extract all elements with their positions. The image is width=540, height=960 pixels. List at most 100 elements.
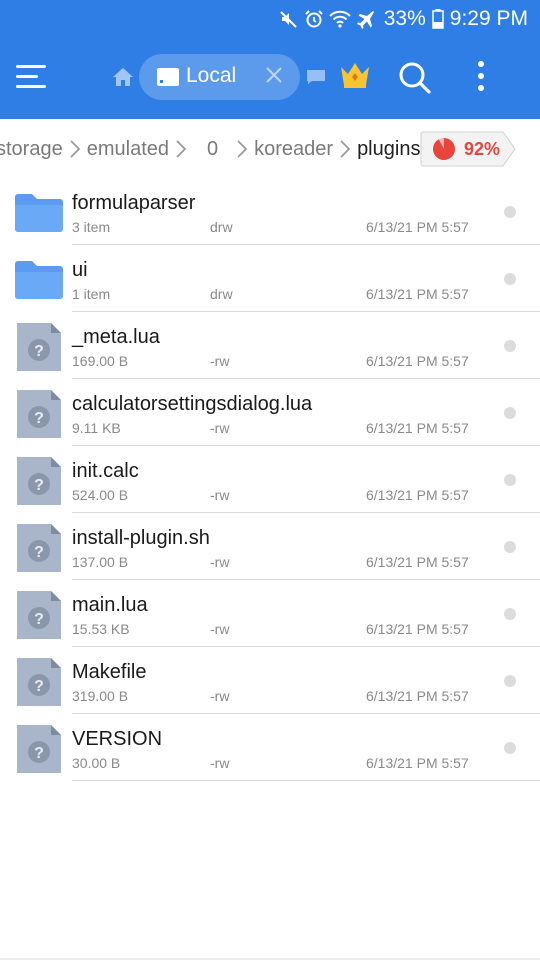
file-size: 3 item: [72, 219, 111, 235]
select-dot[interactable]: [504, 608, 516, 620]
folder-icon: [15, 256, 63, 304]
file-name: main.lua: [72, 594, 148, 616]
toolbar: Local: [0, 38, 540, 119]
file-date: 6/13/21 PM 5:57: [366, 219, 469, 235]
file-row[interactable]: ? Makefile 319.00 B -rw 6/13/21 PM 5:57: [0, 647, 540, 714]
storage-percent: 92%: [464, 139, 501, 159]
battery-icon: [432, 9, 444, 29]
breadcrumb-label: emulated: [86, 137, 169, 160]
file-row[interactable]: ? calculatorsettingsdialog.lua 9.11 KB -rw 6…: [0, 379, 540, 446]
file-date: 6/13/21 PM 5:57: [366, 621, 469, 637]
file-permissions: -rw: [210, 554, 230, 570]
file-size: 524.00 B: [72, 487, 129, 503]
file-row[interactable]: ? VERSION 30.00 B -rw 6/13/21 PM 5:57: [0, 714, 540, 781]
file-name: calculatorsettingsdialog.lua: [72, 393, 313, 415]
select-dot[interactable]: [504, 541, 516, 553]
menu-icon-line: [16, 85, 46, 88]
file-size: 319.00 B: [72, 688, 129, 704]
search-icon[interactable]: [397, 60, 431, 94]
file-row[interactable]: ? _meta.lua 169.00 B -rw 6/13/21 PM 5:57: [0, 312, 540, 379]
more-vert-icon[interactable]: [470, 60, 492, 94]
breadcrumb-item-koreader[interactable]: koreader: [252, 138, 355, 161]
app-bar: 33% 9:29 PM Local: [0, 0, 540, 119]
file-name: init.calc: [72, 460, 139, 482]
menu-icon: [16, 65, 46, 68]
svg-text:?: ?: [34, 477, 44, 494]
breadcrumb-label: 0: [207, 137, 219, 160]
file-date: 6/13/21 PM 5:57: [366, 420, 469, 436]
file-permissions: -rw: [210, 420, 230, 436]
tab-label: Local: [186, 64, 237, 87]
file-row[interactable]: ui 1 item drw 6/13/21 PM 5:57: [0, 245, 540, 312]
svg-text:?: ?: [34, 678, 44, 695]
storage-usage-badge[interactable]: 92%: [420, 131, 516, 167]
file-name: install-plugin.sh: [72, 527, 210, 549]
unknown-file-icon: ?: [15, 323, 63, 371]
select-dot[interactable]: [504, 273, 516, 285]
select-dot[interactable]: [504, 340, 516, 352]
file-date: 6/13/21 PM 5:57: [366, 554, 469, 570]
file-name: ui: [72, 259, 88, 281]
clock: 9:29 PM: [449, 7, 528, 30]
unknown-file-icon: ?: [15, 725, 63, 773]
file-list: formulaparser 3 item drw 6/13/21 PM 5:57 ui 1…: [0, 178, 540, 781]
breadcrumb-item-storage[interactable]: storage: [0, 138, 85, 161]
home-icon[interactable]: [112, 67, 134, 87]
chevron-right-icon: [70, 140, 80, 158]
file-row[interactable]: ? main.lua 15.53 KB -rw 6/13/21 PM 5:57: [0, 580, 540, 647]
file-permissions: -rw: [210, 755, 230, 771]
file-permissions: -rw: [210, 353, 230, 369]
file-size: 1 item: [72, 286, 111, 302]
file-date: 6/13/21 PM 5:57: [366, 755, 469, 771]
crown-icon[interactable]: [339, 61, 371, 89]
unknown-file-icon: ?: [15, 591, 63, 639]
svg-text:?: ?: [34, 343, 44, 360]
menu-icon-line: [16, 75, 38, 78]
file-permissions: drw: [210, 219, 233, 235]
file-permissions: drw: [210, 286, 233, 302]
file-size: 137.00 B: [72, 554, 129, 570]
breadcrumb-item-emulated[interactable]: emulated: [85, 138, 191, 161]
file-permissions: -rw: [210, 688, 230, 704]
pie-chart-icon: [432, 138, 455, 160]
file-row[interactable]: ? install-plugin.sh 137.00 B -rw 6/13/21 PM …: [0, 513, 540, 580]
unknown-file-icon: ?: [15, 390, 63, 438]
close-icon[interactable]: [264, 65, 284, 85]
menu-button[interactable]: [16, 62, 50, 92]
unknown-file-icon: ?: [15, 457, 63, 505]
row-divider: [72, 780, 540, 781]
file-date: 6/13/21 PM 5:57: [366, 688, 469, 704]
select-dot[interactable]: [504, 407, 516, 419]
storage-icon: [157, 68, 179, 86]
file-row[interactable]: ? init.calc 524.00 B -rw 6/13/21 PM 5:57: [0, 446, 540, 513]
unknown-file-icon: ?: [15, 524, 63, 572]
chevron-right-icon: [340, 140, 351, 158]
file-name: _meta.lua: [72, 326, 160, 348]
file-row[interactable]: formulaparser 3 item drw 6/13/21 PM 5:57: [0, 178, 540, 245]
select-dot[interactable]: [504, 206, 516, 218]
breadcrumb-item-plugins[interactable]: plugins: [355, 138, 422, 161]
select-dot[interactable]: [504, 675, 516, 687]
unknown-file-icon: ?: [15, 658, 63, 706]
mute-icon: [280, 11, 297, 28]
file-size: 9.11 KB: [72, 420, 121, 436]
wifi-icon: [329, 10, 351, 28]
file-permissions: -rw: [210, 487, 230, 503]
chevron-right-icon: [237, 140, 248, 158]
status-bar: 33% 9:29 PM: [0, 0, 540, 38]
file-date: 6/13/21 PM 5:57: [366, 353, 469, 369]
file-size: 15.53 KB: [72, 621, 130, 637]
select-dot[interactable]: [504, 474, 516, 486]
file-size: 169.00 B: [72, 353, 129, 369]
folder-icon: [15, 189, 63, 237]
airplane-icon: [356, 11, 374, 29]
file-date: 6/13/21 PM 5:57: [366, 487, 469, 503]
select-dot[interactable]: [504, 742, 516, 754]
svg-text:?: ?: [34, 745, 44, 762]
battery-percent: 33%: [383, 7, 426, 30]
message-icon[interactable]: [306, 69, 326, 85]
breadcrumb-item-0[interactable]: 0: [205, 138, 252, 161]
file-name: formulaparser: [72, 192, 196, 214]
breadcrumb-label: storage: [0, 137, 63, 160]
breadcrumb-label: koreader: [254, 137, 334, 160]
